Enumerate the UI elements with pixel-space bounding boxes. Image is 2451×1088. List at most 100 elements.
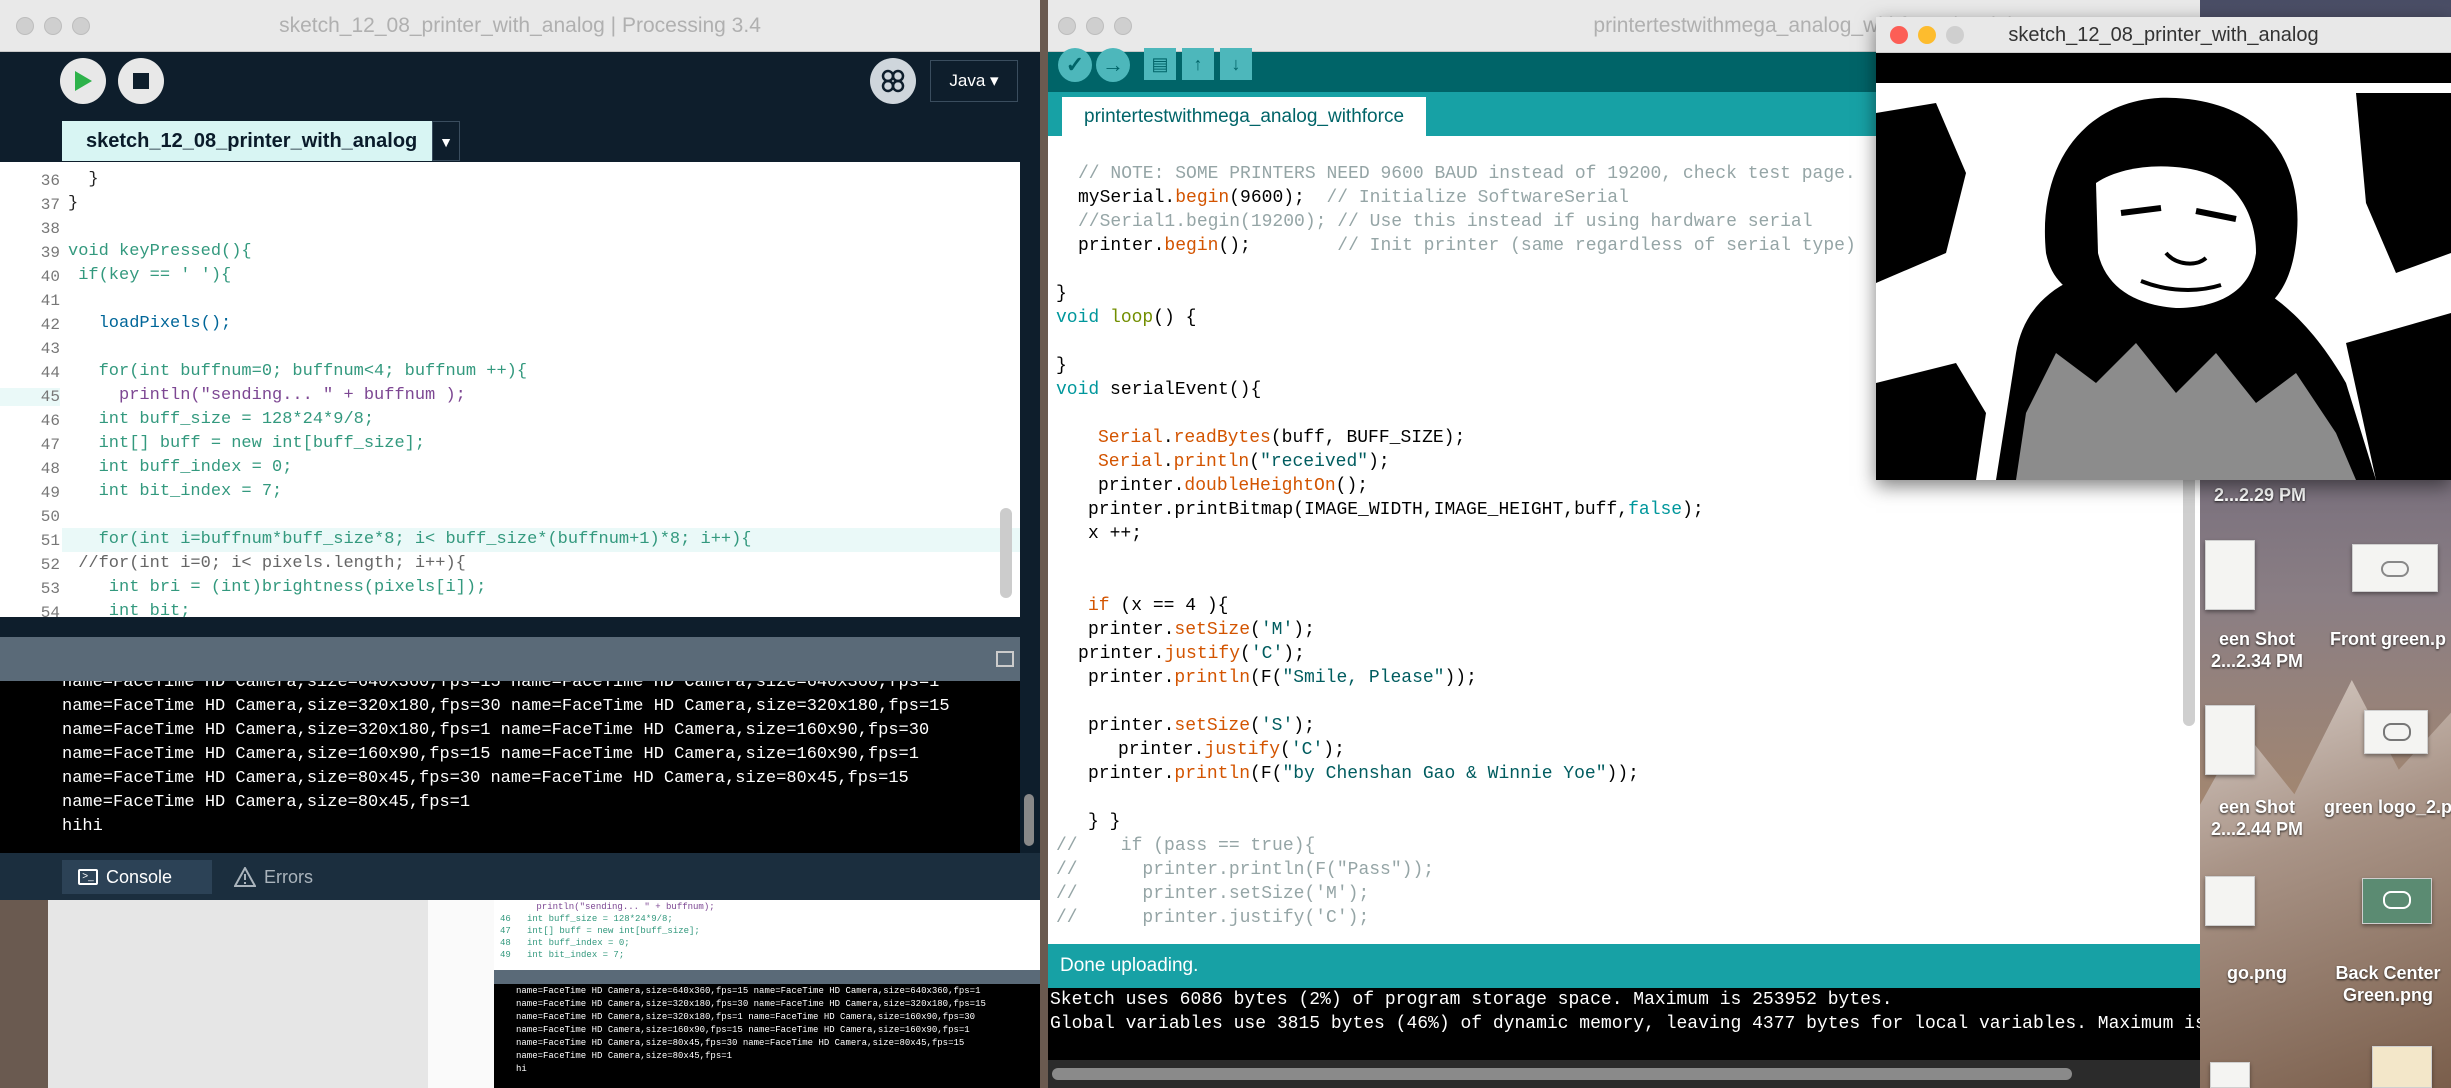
mode-selector[interactable]: Java ▾ xyxy=(930,60,1018,102)
code-line: // printer.setSize('M'); xyxy=(1056,884,1370,904)
desktop-file-label: 2...2.29 PM xyxy=(2213,485,2307,505)
minimize-window-button[interactable] xyxy=(1086,17,1104,35)
code-line: if(key == ' '){ xyxy=(68,266,232,285)
processing-window: sketch_12_08_printer_with_analog | Proce… xyxy=(0,0,1040,900)
thumbnail-line: 48 int buff_index = 0; xyxy=(500,938,630,948)
line-number: 53 xyxy=(40,580,60,598)
console-scrollbar[interactable] xyxy=(1024,794,1034,846)
tab-sketch[interactable]: printertestwithmega_analog_withforce xyxy=(1062,97,1427,136)
console-line: Sketch uses 6086 bytes (2%) of program s… xyxy=(1050,990,1893,1010)
desktop-image-icon[interactable] xyxy=(2352,544,2438,592)
thumbnail-line: 47 int[] buff = new int[buff_size]; xyxy=(500,926,700,936)
line-number: 52 xyxy=(40,556,60,574)
code-line: } xyxy=(68,194,79,213)
code-line: // printer.justify('C'); xyxy=(1056,908,1370,928)
console-divider[interactable] xyxy=(0,637,1020,681)
desktop-logo-icon[interactable] xyxy=(2364,710,2428,754)
save-button[interactable]: ↓ xyxy=(1220,48,1252,80)
line-number: 42 xyxy=(40,316,60,334)
code-line: x ++; xyxy=(1088,524,1143,544)
desktop-green-logo-icon[interactable] xyxy=(2362,878,2432,924)
desktop-logo-icon[interactable] xyxy=(2205,876,2255,926)
upload-button[interactable]: → xyxy=(1096,48,1130,82)
check-icon: ✓ xyxy=(1065,52,1085,77)
copy-icon[interactable] xyxy=(996,651,1014,667)
thumbnail-line: name=FaceTime HD Camera,size=640x360,fps… xyxy=(516,986,981,996)
code-line: int buff_index = 0; xyxy=(68,458,293,477)
console-scrollbar[interactable] xyxy=(1048,1060,2200,1088)
editor-scrollbar[interactable] xyxy=(1000,508,1012,598)
thumbnail-line: name=FaceTime HD Camera,size=80x45,fps=3… xyxy=(516,1038,965,1048)
console-output: Sketch uses 6086 bytes (2%) of program s… xyxy=(1048,988,2200,1060)
zoom-window-button[interactable] xyxy=(1114,17,1132,35)
tab-console[interactable]: >_ Console xyxy=(62,860,212,894)
butterfly-debug-icon xyxy=(881,69,905,93)
thumbnail-line: 49 int bit_index = 7; xyxy=(500,950,625,960)
code-line: mySerial.begin(9600); // Initialize Soft… xyxy=(1078,188,1629,208)
camera-titlebar: sketch_12_08_printer_with_analog xyxy=(1876,17,2451,53)
desktop-screenshot-icon[interactable] xyxy=(2205,540,2255,610)
code-line: Serial.readBytes(buff, BUFF_SIZE); xyxy=(1098,428,1466,448)
line-number: 43 xyxy=(40,340,60,358)
console-icon: >_ xyxy=(78,869,98,885)
code-line: // if (pass == true){ xyxy=(1056,836,1316,856)
new-button[interactable]: ▤ xyxy=(1144,48,1176,80)
line-number: 39 xyxy=(40,244,60,262)
code-line: int buff_size = 128*24*9/8; xyxy=(68,410,375,429)
code-line: printer.justify('C'); xyxy=(1078,644,1305,664)
code-line: loadPixels(); xyxy=(68,314,232,333)
code-line: printer.doubleHeightOn(); xyxy=(1098,476,1369,496)
code-line: } xyxy=(1056,356,1067,376)
code-line: printer.justify('C'); xyxy=(1118,740,1345,760)
code-line: void keyPressed(){ xyxy=(68,242,252,261)
code-line: if (x == 4 ){ xyxy=(1088,596,1229,616)
run-button[interactable] xyxy=(60,58,106,104)
desktop-file-label: green logo_2.p xyxy=(2323,797,2451,817)
desktop-screenshot-icon[interactable] xyxy=(2205,705,2255,775)
console-line: name=FaceTime HD Camera,size=320x180,fps… xyxy=(62,721,930,740)
debug-button[interactable] xyxy=(870,58,916,104)
console-output: name=FaceTime HD Camera,size=640x360,fps… xyxy=(0,681,1020,853)
line-number: 46 xyxy=(40,412,60,430)
code-line: } xyxy=(1056,284,1067,304)
processing-titlebar: sketch_12_08_printer_with_analog | Proce… xyxy=(0,0,1040,52)
tab-sketch[interactable]: sketch_12_08_printer_with_analog xyxy=(62,121,432,161)
code-line: int bit; xyxy=(68,602,191,617)
tab-menu-button[interactable]: ▼ xyxy=(432,121,460,161)
code-line: println("sending... " + buffnum ); xyxy=(68,386,466,405)
warning-icon xyxy=(234,867,256,887)
thumbnail-line: name=FaceTime HD Camera,size=160x90,fps=… xyxy=(516,1025,970,1035)
code-line: printer.begin(); // Init printer (same r… xyxy=(1078,236,1856,256)
verify-button[interactable]: ✓ xyxy=(1058,48,1092,82)
code-line: printer.setSize('M'); xyxy=(1088,620,1315,640)
tab-console-label: Console xyxy=(106,867,173,887)
console-line: name=FaceTime HD Camera,size=80x45,fps=1 xyxy=(62,793,471,812)
code-editor[interactable]: 36 37 38 39 40 41 42 43 44 45 46 47 48 4… xyxy=(0,162,1020,617)
stop-button[interactable] xyxy=(118,58,164,104)
desktop-file-label: een Shot 2...2.44 PM xyxy=(2210,797,2304,839)
window-title: sketch_12_08_printer_with_analog | Proce… xyxy=(279,14,761,37)
code-line: int[] buff = new int[buff_size]; xyxy=(68,434,426,453)
desktop-file-icon[interactable] xyxy=(2210,1062,2250,1088)
code-line: int bit_index = 7; xyxy=(68,482,283,501)
desktop-file-icon[interactable] xyxy=(2372,1046,2432,1088)
thumbnail-line: 46 int buff_size = 128*24*9/8; xyxy=(500,914,673,924)
open-button[interactable]: ↑ xyxy=(1182,48,1214,80)
window-title: sketch_12_08_printer_with_analog xyxy=(2008,24,2319,46)
code-line: printer.printBitmap(IMAGE_WIDTH,IMAGE_HE… xyxy=(1088,500,1704,520)
arrow-down-icon: ↓ xyxy=(1231,54,1241,74)
console-line: name=FaceTime HD Camera,size=160x90,fps=… xyxy=(62,745,919,764)
desktop-file-label: Back Center Green.png xyxy=(2335,963,2441,1005)
code-line: } xyxy=(68,170,99,189)
close-window-button[interactable] xyxy=(1058,17,1076,35)
console-line: hihi xyxy=(62,817,103,836)
code-line: int bri = (int)brightness(pixels[i]); xyxy=(68,578,487,597)
code-line: } } xyxy=(1088,812,1121,832)
tab-errors[interactable]: Errors xyxy=(220,860,350,894)
line-number: 36 xyxy=(40,172,60,190)
camera-preview-window: sketch_12_08_printer_with_analog xyxy=(1876,17,2451,480)
camera-threshold-image xyxy=(1876,53,2451,480)
arrow-right-icon: → xyxy=(1102,52,1124,77)
thumbnail-line: hi xyxy=(516,1064,527,1074)
console-line: name=FaceTime HD Camera,size=80x45,fps=3… xyxy=(62,769,909,788)
